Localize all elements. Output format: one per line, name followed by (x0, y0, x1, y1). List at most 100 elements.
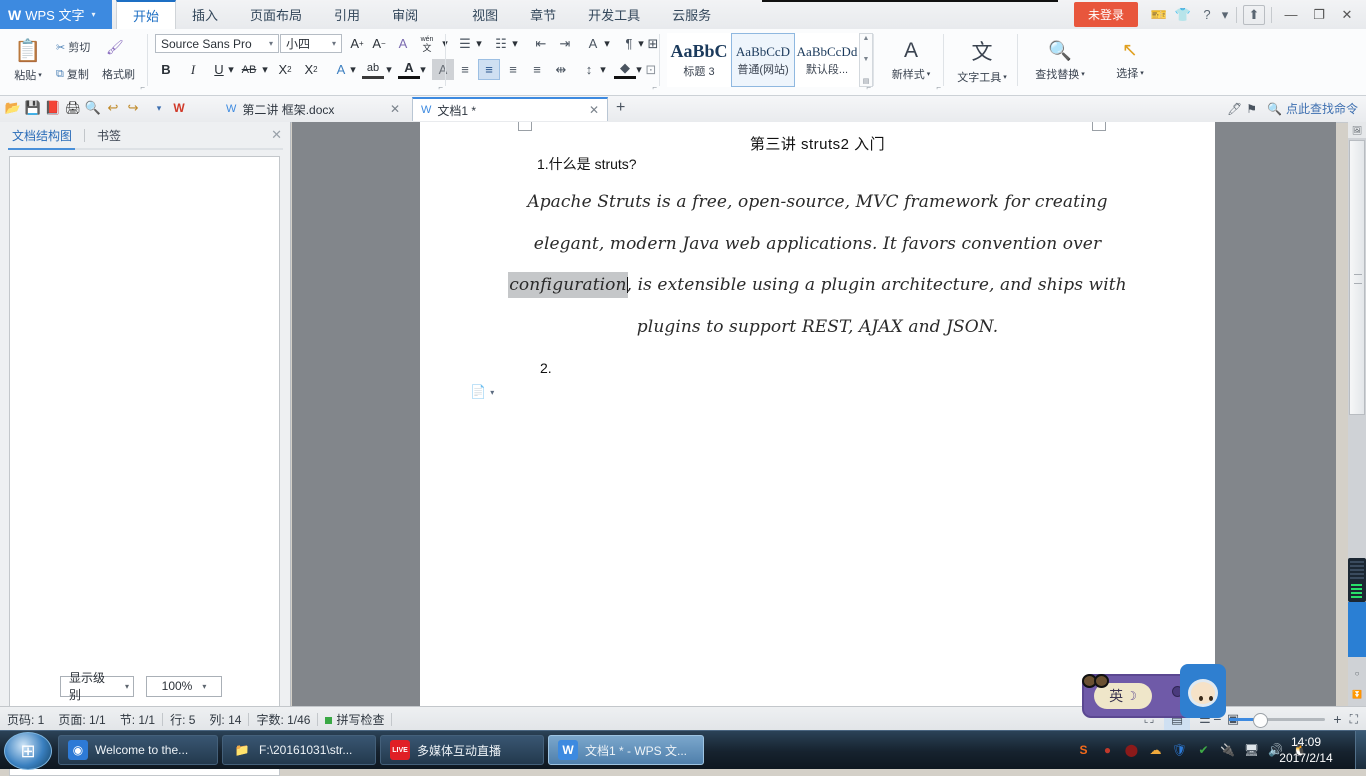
ink-icon[interactable]: 🖊 (1227, 102, 1242, 116)
strikethrough-chevron-down-icon[interactable]: ▾ (260, 59, 270, 80)
vertical-scrollbar[interactable]: 🖼 ▲ ▼ ⏫ ○ ⏬ (1348, 122, 1366, 706)
italic-button[interactable]: I (182, 59, 204, 80)
cloud-icon[interactable]: ☁ (1147, 742, 1164, 759)
next-page-button[interactable]: ⏬ (1348, 686, 1366, 703)
shirt-icon[interactable]: 👕 (1172, 4, 1194, 26)
shading-button[interactable]: ◆ (614, 59, 636, 79)
styles-dialog-launcher[interactable]: ⌐ (866, 83, 871, 92)
sort-button[interactable]: A (582, 33, 604, 54)
restore-button[interactable]: ❐ (1306, 4, 1332, 26)
style-card-default-paragraph[interactable]: AaBbCcDd 默认段... (795, 33, 859, 87)
format-painter-label-row[interactable]: 格式刷 (100, 62, 137, 86)
chevron-down-icon[interactable]: ▾ (1140, 69, 1144, 77)
taskbar-clock[interactable]: 14:09 2017/2/14 (1264, 734, 1348, 766)
document-body[interactable]: Apache Struts is a free, open-source, MV… (420, 182, 1215, 348)
plug-icon[interactable]: 🔌 (1219, 742, 1236, 759)
tab-insert[interactable]: 插入 (176, 0, 234, 29)
tab-page-layout[interactable]: 页面布局 (234, 0, 318, 29)
taskbar-item-browser[interactable]: ◉ Welcome to the... (58, 735, 218, 765)
select-button[interactable]: ↖ 选择 ▾ (1102, 31, 1158, 89)
chevron-down-icon[interactable]: ▾ (202, 682, 206, 691)
selected-text[interactable]: configuration (508, 272, 628, 298)
chevron-down-icon[interactable]: ▼ (863, 56, 870, 63)
table-grid-icon[interactable]: ⊞ (642, 33, 664, 54)
shrink-font-button[interactable]: A − (368, 33, 390, 54)
char-border-chevron-down-icon[interactable]: ▾ (348, 59, 358, 80)
zoom-slider[interactable] (1229, 712, 1326, 728)
network-icon[interactable]: 🖥 (1243, 742, 1260, 759)
paragraph-dialog-launcher[interactable]: ⌐ (652, 83, 657, 92)
grow-font-button[interactable]: A + (346, 33, 368, 54)
styles-scroll-buttons[interactable]: ▲ ▼ ▤ (859, 33, 873, 87)
customize-quick-access-chevron-down-icon[interactable]: ▾ (149, 97, 169, 119)
superscript-button[interactable]: X2 (274, 59, 296, 80)
chevron-up-icon[interactable]: ▲ (863, 35, 870, 42)
cut-button[interactable]: ✂ 剪切 (54, 35, 92, 59)
share-icon[interactable]: ⬆ (1243, 4, 1265, 25)
update-icon[interactable]: ✔ (1195, 742, 1212, 759)
font-family-combo[interactable]: Source Sans Pro ▾ (155, 34, 279, 53)
zoom-in-button[interactable]: + (1333, 711, 1341, 727)
close-button[interactable]: ✕ (1334, 4, 1360, 26)
help-chevron-down-icon[interactable]: ▾ (1220, 4, 1230, 26)
numbering-button[interactable]: ☷ (490, 33, 512, 54)
close-icon[interactable]: ✕ (271, 127, 282, 143)
document-page[interactable]: 第三讲 struts2 入门 1.什么是 struts? Apache Stru… (420, 122, 1215, 706)
document-canvas[interactable]: 第三讲 struts2 入门 1.什么是 struts? Apache Stru… (292, 122, 1336, 706)
new-style-button[interactable]: A 新样式 ▾ (884, 31, 938, 89)
select-browse-object-button[interactable]: ○ (1348, 665, 1366, 682)
undo-icon[interactable]: ↩ (103, 97, 123, 119)
numbering-chevron-down-icon[interactable]: ▾ (510, 33, 520, 54)
new-document-tab-button[interactable]: + (616, 99, 625, 117)
nav-zoom-combo[interactable]: 100% ▾ (146, 675, 222, 697)
subscript-button[interactable]: X2 (300, 59, 322, 80)
help-icon[interactable]: ? (1196, 4, 1218, 26)
bullets-button[interactable]: ☰ (454, 33, 476, 54)
align-center-button[interactable]: ≡ (478, 59, 500, 80)
close-icon[interactable]: ✕ (589, 103, 599, 117)
chevron-down-icon[interactable]: ▾ (490, 388, 494, 397)
highlight-chevron-down-icon[interactable]: ▾ (384, 59, 394, 80)
chevron-down-icon[interactable]: ▾ (125, 682, 129, 691)
status-spellcheck[interactable]: 拼写检查 (318, 711, 391, 728)
line-spacing-chevron-down-icon[interactable]: ▾ (598, 59, 608, 80)
fit-page-button[interactable]: ⛶ (1350, 712, 1358, 727)
chevron-down-icon[interactable]: ▾ (38, 71, 42, 79)
stop-icon[interactable]: ⬤ (1123, 742, 1140, 759)
bold-button[interactable]: B (155, 59, 177, 80)
align-left-button[interactable]: ≡ (454, 59, 476, 80)
text-tool-button[interactable]: 文 文字工具 ▾ (952, 31, 1012, 89)
sogou-icon[interactable]: S (1075, 742, 1092, 759)
highlight-color-button[interactable]: ab (362, 59, 384, 79)
chevron-down-icon[interactable]: ▾ (1003, 73, 1007, 81)
document-tab-doc1[interactable]: W 文档1 * ✕ (412, 97, 608, 121)
tab-view[interactable]: 视图 (456, 0, 514, 29)
new-style-dialog-launcher[interactable]: ⌐ (936, 83, 941, 92)
clear-formatting-icon[interactable]: A (392, 33, 414, 54)
decrease-indent-button[interactable]: ⇤ (530, 33, 552, 54)
chevron-down-icon[interactable]: ▾ (266, 39, 276, 48)
page-thumbnail-button[interactable]: 🖼 (1348, 122, 1366, 138)
show-desktop-button[interactable] (1355, 731, 1366, 769)
tab-review[interactable]: 审阅 (376, 0, 434, 29)
bullets-chevron-down-icon[interactable]: ▾ (474, 33, 484, 54)
save-icon[interactable]: 💾 (23, 97, 43, 119)
zoom-slider-handle[interactable] (1253, 712, 1269, 728)
tab-start[interactable]: 开始 (116, 0, 177, 29)
coupon-icon[interactable]: 🎫 (1148, 4, 1170, 26)
paste-options-badge[interactable]: 📄 ▾ (470, 384, 494, 400)
wps-app-menu-button[interactable]: W WPS 文字 ▾ (0, 0, 112, 29)
underline-chevron-down-icon[interactable]: ▾ (226, 59, 236, 80)
flag-icon[interactable]: ⚑ (1246, 102, 1257, 116)
print-icon[interactable]: 🖨 (63, 97, 83, 119)
increase-indent-button[interactable]: ⇥ (554, 33, 576, 54)
tab-references[interactable]: 引用 (318, 0, 376, 29)
show-level-combo[interactable]: 显示级别 ▾ (60, 671, 134, 702)
chevron-down-icon[interactable]: ▾ (91, 10, 95, 19)
font-dialog-launcher[interactable]: ⌐ (438, 83, 443, 92)
login-button[interactable]: 未登录 (1073, 2, 1138, 27)
chevron-down-icon[interactable]: ▾ (329, 39, 339, 48)
tab-bookmarks[interactable]: 书签 (85, 123, 133, 147)
taskbar-item-live[interactable]: LIVE 多媒体互动直播 (380, 735, 544, 765)
align-justify-button[interactable]: ≡ (526, 59, 548, 80)
